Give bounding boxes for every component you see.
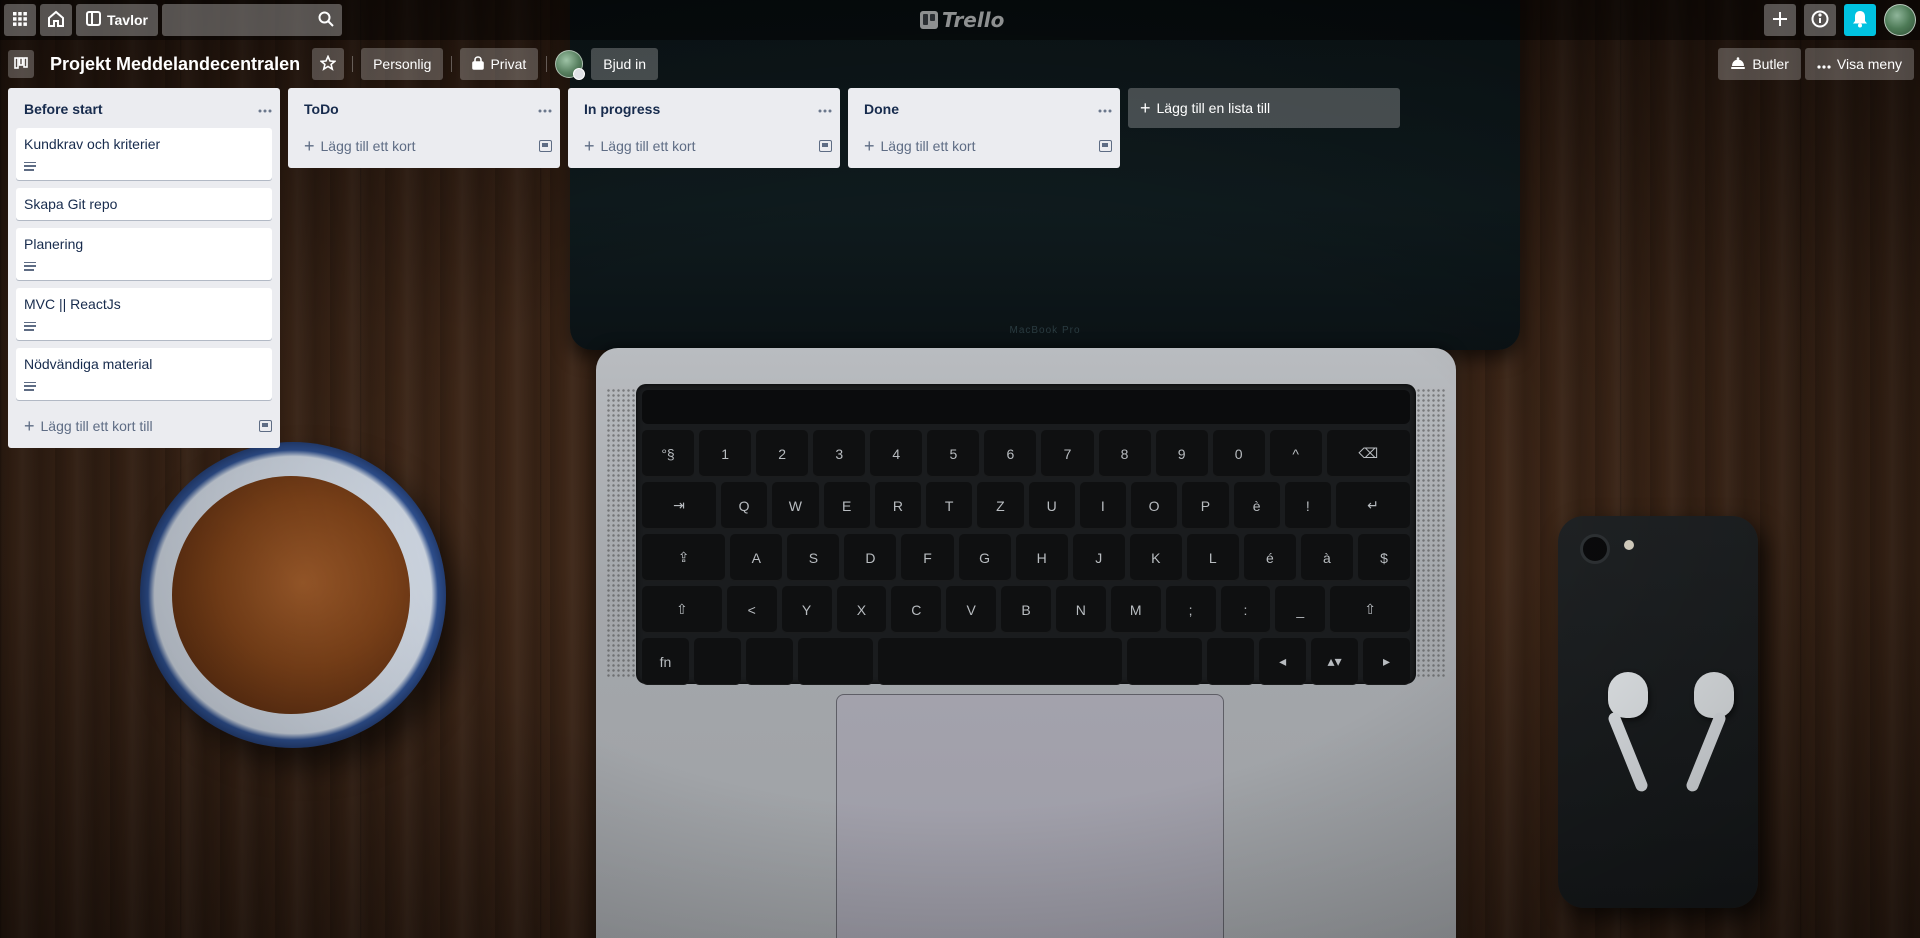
home-button[interactable] <box>40 4 72 36</box>
description-icon <box>24 161 36 171</box>
logo-text: Trello <box>942 8 1005 32</box>
apps-icon <box>13 11 27 29</box>
boards-button[interactable]: Tavlor <box>76 4 158 36</box>
star-board-button[interactable] <box>312 48 345 80</box>
card-template-icon[interactable] <box>1099 140 1112 152</box>
plus-icon: + <box>584 136 595 156</box>
card-badges <box>24 256 264 276</box>
card-template-icon[interactable] <box>539 140 552 152</box>
list-header[interactable]: ToDo <box>288 88 560 128</box>
card-template-icon[interactable] <box>259 420 272 432</box>
card[interactable]: MVC || ReactJs <box>16 288 272 340</box>
list-menu-icon[interactable] <box>538 101 552 117</box>
card-title: MVC || ReactJs <box>24 296 121 312</box>
card[interactable]: Skapa Git repo <box>16 188 272 220</box>
plus-icon: + <box>304 136 315 156</box>
home-icon <box>47 10 65 31</box>
list-header[interactable]: Done <box>848 88 1120 128</box>
add-card-button[interactable]: + Lägg till ett kort <box>288 128 560 164</box>
board-icon <box>86 11 101 29</box>
plus-icon: + <box>24 416 35 436</box>
trello-logo-icon <box>920 11 938 29</box>
card[interactable]: Nödvändiga material <box>16 348 272 400</box>
butler-label: Butler <box>1752 56 1789 72</box>
list[interactable]: In progress + Lägg till ett kort <box>568 88 840 168</box>
more-icon <box>1817 56 1831 72</box>
privacy-label: Privat <box>490 56 527 72</box>
search-icon <box>318 11 334 30</box>
board-canvas: Before start Kundkrav och kriterier Skapa … <box>8 88 1400 448</box>
card[interactable]: Planering <box>16 228 272 280</box>
list-menu-icon[interactable] <box>1098 101 1112 117</box>
privacy-button[interactable]: Privat <box>460 48 539 80</box>
add-list-button[interactable]: + Lägg till en lista till <box>1128 88 1400 128</box>
add-card-label: Lägg till ett kort till <box>40 418 153 434</box>
card-template-icon[interactable] <box>819 140 832 152</box>
add-card-button[interactable]: + Lägg till ett kort <box>568 128 840 164</box>
board-header: Projekt Meddelandecentralen Personlig Pr… <box>0 40 1920 88</box>
list[interactable]: Before start Kundkrav och kriterier Skapa … <box>8 88 280 448</box>
card-title: Kundkrav och kriterier <box>24 136 161 152</box>
butler-icon <box>1730 56 1746 73</box>
invite-label: Bjud in <box>603 56 647 72</box>
description-icon <box>24 381 36 391</box>
board-title[interactable]: Projekt Meddelandecentralen <box>38 48 312 80</box>
bell-icon <box>1852 10 1868 31</box>
list-menu-icon[interactable] <box>818 101 832 117</box>
card[interactable]: Kundkrav och kriterier <box>16 128 272 180</box>
description-icon <box>24 321 36 331</box>
list-header[interactable]: Before start <box>8 88 280 128</box>
member-avatar[interactable] <box>555 50 586 80</box>
list[interactable]: ToDo + Lägg till ett kort <box>288 88 560 168</box>
top-header: Tavlor Trello <box>0 0 1920 40</box>
star-icon <box>319 54 337 74</box>
user-avatar[interactable] <box>1884 4 1916 36</box>
list-menu-icon[interactable] <box>258 101 272 117</box>
plus-icon: + <box>864 136 875 156</box>
card-title: Planering <box>24 236 84 252</box>
show-menu-button[interactable]: Visa meny <box>1804 48 1914 80</box>
plus-icon: + <box>1140 98 1151 118</box>
show-menu-label: Visa meny <box>1836 56 1902 72</box>
card-badges <box>24 156 264 176</box>
card-list: Kundkrav och kriterier Skapa Git repo Plan… <box>8 128 280 400</box>
list-title[interactable]: Done <box>864 101 899 117</box>
list-title[interactable]: In progress <box>584 101 660 117</box>
board-switcher-button[interactable] <box>8 50 34 78</box>
invite-button[interactable]: Bjud in <box>591 48 659 80</box>
lock-icon <box>472 55 485 73</box>
team-visibility-label: Personlig <box>373 56 432 72</box>
add-card-button[interactable]: + Lägg till ett kort till <box>8 408 280 444</box>
card-title: Nödvändiga material <box>24 356 153 372</box>
card-badges <box>24 376 264 396</box>
add-list-label: Lägg till en lista till <box>1156 100 1271 116</box>
board-switcher-icon <box>14 56 28 72</box>
card-title: Skapa Git repo <box>24 196 118 212</box>
add-card-label: Lägg till ett kort <box>880 138 976 154</box>
plus-icon <box>1772 11 1788 30</box>
info-button[interactable] <box>1804 4 1836 36</box>
info-icon <box>1811 10 1829 31</box>
divider <box>546 56 548 72</box>
card-badges <box>24 316 264 336</box>
boards-label: Tavlor <box>107 12 148 28</box>
search-input[interactable] <box>161 4 342 36</box>
list-title[interactable]: ToDo <box>304 101 339 117</box>
list-title[interactable]: Before start <box>24 101 103 117</box>
list-header[interactable]: In progress <box>568 88 840 128</box>
team-visibility-button[interactable]: Personlig <box>361 48 444 80</box>
notifications-button[interactable] <box>1844 4 1876 36</box>
add-card-label: Lägg till ett kort <box>320 138 416 154</box>
description-icon <box>24 261 36 271</box>
add-card-button[interactable]: + Lägg till ett kort <box>848 128 1120 164</box>
trello-logo[interactable]: Trello <box>920 8 1004 32</box>
butler-button[interactable]: Butler <box>1718 48 1801 80</box>
apps-button[interactable] <box>4 4 36 36</box>
create-button[interactable] <box>1764 4 1796 36</box>
divider <box>352 56 354 72</box>
list[interactable]: Done + Lägg till ett kort <box>848 88 1120 168</box>
divider <box>451 56 453 72</box>
add-card-label: Lägg till ett kort <box>600 138 696 154</box>
